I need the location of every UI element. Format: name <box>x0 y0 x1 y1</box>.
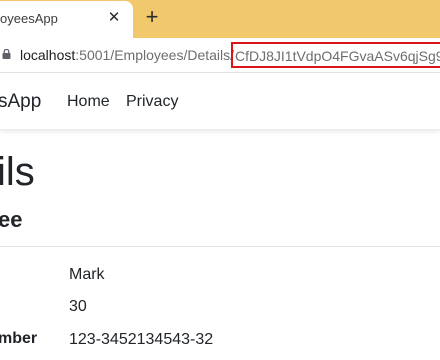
url-host: localhost <box>20 47 76 63</box>
browser-tab[interactable]: oyeesApp ✕ <box>0 1 133 38</box>
new-tab-icon[interactable]: + <box>140 5 164 29</box>
field-value-number: 123-3452134543-32 <box>69 331 214 348</box>
page-subtitle: ee <box>0 207 23 232</box>
url-text[interactable]: localhost:5001/Employees/Details/ <box>20 47 234 63</box>
page-title: ils <box>0 150 35 194</box>
tab-title: oyeesApp <box>0 11 58 26</box>
navbar-brand[interactable]: sApp <box>0 91 41 113</box>
nav-link-privacy[interactable]: Privacy <box>126 93 178 111</box>
divider <box>0 246 440 247</box>
url-path: :5001/Employees/Details/ <box>75 47 235 63</box>
close-icon[interactable]: ✕ <box>106 10 122 26</box>
url-token: CfDJ8JI1tVdpO4FGvaASv6qjSg9s <box>235 48 440 64</box>
browser-tabstrip: oyeesApp ✕ + <box>0 0 440 38</box>
field-value-age: 30 <box>69 298 87 315</box>
field-value-name: Mark <box>69 266 105 283</box>
lock-icon <box>2 49 11 59</box>
field-label-number: mber <box>0 330 38 347</box>
url-token-highlight: CfDJ8JI1tVdpO4FGvaASv6qjSg9s <box>231 42 440 68</box>
app-navbar: sApp Home Privacy <box>0 73 440 130</box>
nav-link-home[interactable]: Home <box>67 93 110 111</box>
